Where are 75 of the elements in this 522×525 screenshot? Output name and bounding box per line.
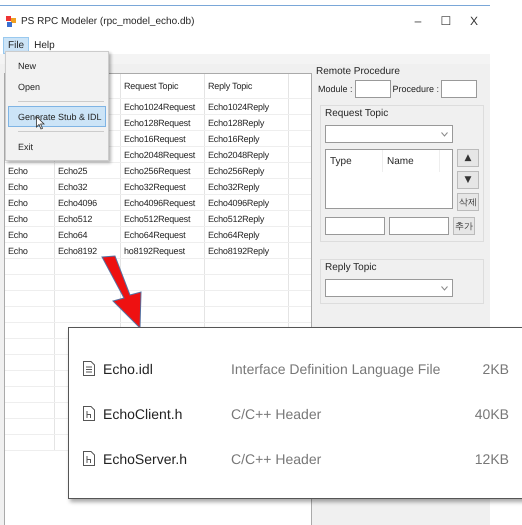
table-cell: Echo8192 bbox=[58, 246, 97, 256]
table-cell: Echo128Request bbox=[124, 118, 190, 128]
chevron-down-icon bbox=[441, 286, 448, 290]
table-cell: Echo32Request bbox=[124, 182, 186, 192]
table-cell: Echo256Request bbox=[124, 166, 190, 176]
topic-dropdown[interactable] bbox=[325, 125, 453, 143]
menu-item[interactable]: Help bbox=[29, 36, 60, 54]
file-name: Echo.idl bbox=[103, 360, 154, 376]
column-header: Reply Topic bbox=[205, 74, 289, 98]
table-cell: ho8192Request bbox=[124, 246, 185, 256]
table-cell: Echo4096Reply bbox=[208, 198, 269, 208]
table-cell: Echo bbox=[8, 182, 28, 192]
delete-button[interactable]: 삭제 bbox=[457, 193, 479, 211]
table-cell: Echo bbox=[8, 166, 28, 176]
file-size: 2KB bbox=[482, 360, 509, 376]
table-cell: Echo2048Request bbox=[124, 150, 196, 160]
table-cell: Echo2048Reply bbox=[208, 150, 269, 160]
column-header: Name bbox=[383, 150, 440, 172]
field-label: Module : bbox=[318, 84, 353, 94]
table-cell: Echo16Reply bbox=[208, 134, 260, 144]
move-down-button[interactable]: ▼ bbox=[457, 171, 479, 189]
window-control[interactable]: ☐ bbox=[434, 14, 458, 28]
group-title: Reply Topic bbox=[325, 262, 378, 273]
column-header: Type bbox=[326, 150, 383, 172]
file-name: EchoServer.h bbox=[103, 450, 188, 466]
table-cell: Echo bbox=[8, 230, 28, 240]
window-title: PS RPC Modeler (rpc_model_echo.db) bbox=[21, 16, 194, 26]
table-cell: Echo32 bbox=[58, 182, 88, 192]
table-cell: Echo64Request bbox=[124, 230, 186, 240]
header-file-icon bbox=[83, 406, 95, 421]
table-cell: Echo16Request bbox=[124, 134, 186, 144]
file-type: C/C++ Header bbox=[231, 406, 322, 422]
file-size: 40KB bbox=[474, 406, 509, 422]
table-cell: Echo bbox=[8, 214, 28, 224]
file-type: Interface Definition Language File bbox=[231, 360, 442, 376]
table-cell: Echo4096 bbox=[58, 198, 97, 208]
menu-entry[interactable]: Exit bbox=[8, 136, 106, 157]
table-cell: Echo8192Reply bbox=[208, 246, 269, 256]
menu-entry[interactable]: Open bbox=[8, 76, 106, 97]
name-field[interactable] bbox=[389, 217, 449, 235]
table-cell: Echo64Reply bbox=[208, 230, 260, 240]
table-cell: Echo256Reply bbox=[208, 166, 264, 176]
add-button[interactable]: 추가 bbox=[453, 217, 475, 235]
file-name: EchoClient.h bbox=[103, 406, 184, 422]
field-label: Procedure : bbox=[392, 84, 440, 94]
window-control[interactable]: – bbox=[406, 14, 430, 28]
table-cell: Echo bbox=[8, 198, 28, 208]
menu-entry[interactable]: New bbox=[8, 55, 106, 76]
table-cell: Echo1024Reply bbox=[208, 102, 269, 112]
table-cell: Echo bbox=[8, 246, 28, 256]
header-file-icon bbox=[83, 451, 95, 466]
file-type: C/C++ Header bbox=[231, 450, 322, 466]
menu-entry[interactable]: Generate Stub & IDL bbox=[8, 106, 106, 127]
group-title: Request Topic bbox=[325, 108, 390, 119]
topic-dropdown[interactable] bbox=[325, 279, 453, 297]
file-size: 12KB bbox=[474, 450, 509, 466]
table-cell: Echo32Reply bbox=[208, 182, 260, 192]
group-title: Remote Procedure bbox=[316, 66, 401, 77]
app-icon bbox=[6, 16, 16, 26]
document-icon bbox=[83, 361, 95, 376]
table-cell: Echo64 bbox=[58, 230, 88, 240]
table-cell: Echo4096Request bbox=[124, 198, 196, 208]
type-field[interactable] bbox=[325, 217, 385, 235]
table-cell: Echo1024Request bbox=[124, 102, 196, 112]
window-control[interactable]: X bbox=[462, 14, 486, 28]
table-cell: Echo512Request bbox=[124, 214, 190, 224]
chevron-down-icon bbox=[441, 132, 448, 136]
table-cell: Echo512Reply bbox=[208, 214, 264, 224]
column-header: Request Topic bbox=[121, 74, 205, 98]
move-up-button[interactable]: ▲ bbox=[457, 149, 479, 167]
table-cell: Echo512 bbox=[58, 214, 92, 224]
procedure-field[interactable] bbox=[441, 80, 478, 98]
table-cell: Echo25 bbox=[58, 166, 88, 176]
table-cell: Echo128Reply bbox=[208, 118, 264, 128]
module-field[interactable] bbox=[354, 80, 391, 98]
